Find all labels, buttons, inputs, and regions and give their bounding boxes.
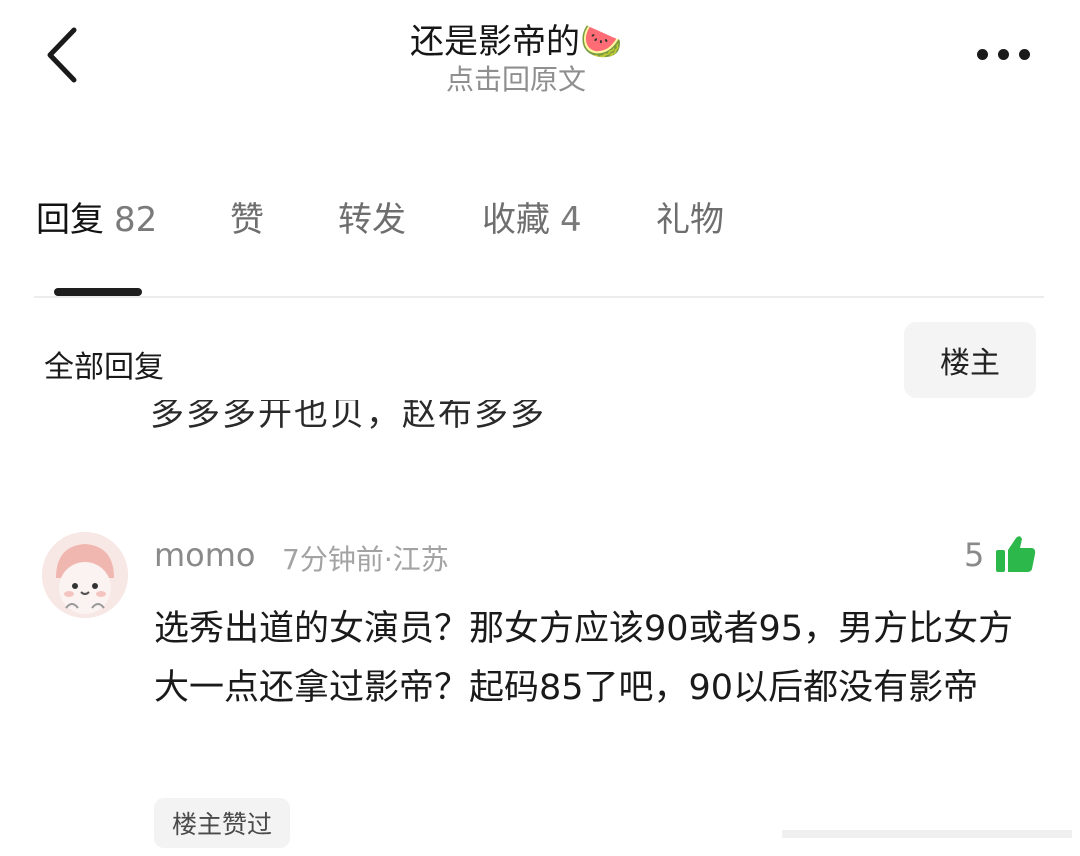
tabs-divider (34, 296, 1044, 298)
tab-gifts[interactable]: 礼物 (656, 192, 724, 241)
tab-reposts[interactable]: 转发 (338, 192, 406, 241)
owner-only-button[interactable]: 楼主 (904, 322, 1036, 398)
tab-favorites[interactable]: 收藏 4 (482, 192, 582, 241)
watermark (782, 824, 1072, 844)
back-to-original-link[interactable]: 点击回原文 (446, 58, 586, 98)
post-title[interactable]: 还是影帝的🍉 (410, 14, 622, 63)
like-count: 5 (964, 536, 985, 574)
more-options-button[interactable] (970, 40, 1036, 68)
like-button[interactable] (994, 534, 1036, 574)
comment-meta: 7分钟前·江苏 (282, 543, 449, 576)
tab-count: 4 (560, 200, 582, 240)
owner-liked-badge: 楼主赞过 (154, 798, 291, 848)
avatar-image (42, 532, 128, 618)
tab-label: 收藏 (482, 200, 550, 240)
previous-comment-fragment: 多多多开也贝，赵布多多 (150, 400, 546, 434)
tab-label: 礼物 (656, 200, 724, 240)
back-button[interactable] (36, 20, 92, 90)
tab-count: 82 (114, 200, 158, 240)
tab-label: 回复 (36, 200, 104, 240)
username[interactable]: momo (154, 536, 256, 574)
comment-text: 选秀出道的女演员？那女方应该90或者95，男方比女方大一点还拿过影帝？起码85了… (154, 609, 1014, 708)
tab-label: 转发 (338, 200, 406, 240)
active-tab-indicator (54, 288, 142, 296)
tab-likes[interactable]: 赞 (230, 192, 264, 241)
thumbs-up-icon (996, 536, 1036, 572)
all-replies-label[interactable]: 全部回复 (44, 342, 164, 386)
tab-replies[interactable]: 回复 82 (36, 192, 157, 241)
chevron-left-icon (47, 27, 77, 83)
tab-label: 赞 (230, 200, 264, 240)
avatar[interactable] (42, 532, 128, 618)
more-dots-icon (976, 48, 988, 60)
